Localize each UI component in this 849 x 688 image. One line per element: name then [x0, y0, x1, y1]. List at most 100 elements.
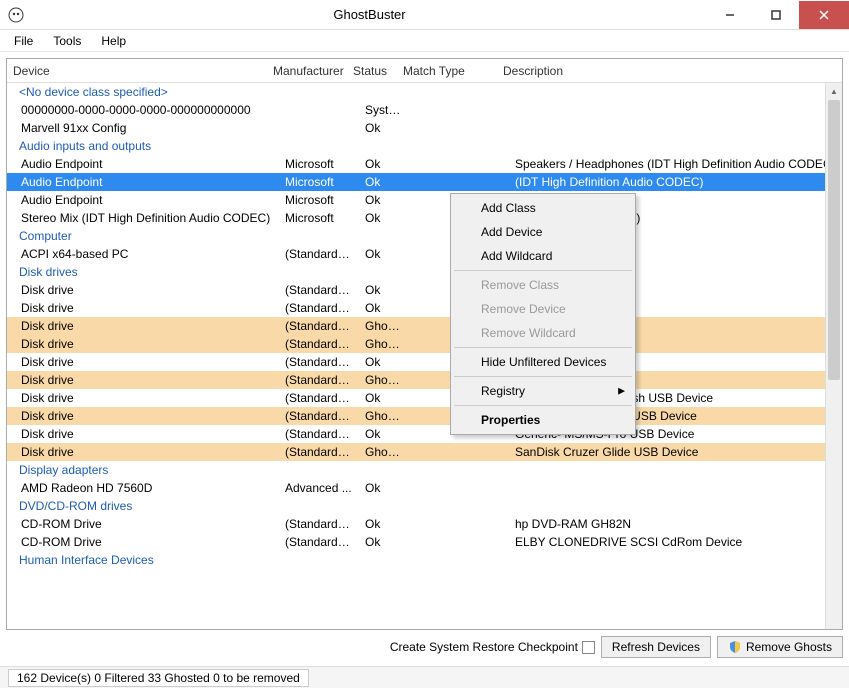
- cell-description: [509, 109, 842, 111]
- cell-manufacturer: (Standard di...: [279, 318, 359, 334]
- group-header[interactable]: Computer: [7, 227, 842, 245]
- ctx-remove-wildcard: Remove Wildcard: [453, 321, 633, 345]
- ctx-properties[interactable]: Properties: [453, 408, 633, 432]
- menubar: File Tools Help: [0, 30, 849, 52]
- table-header: Device Manufacturer Status Match Type De…: [7, 59, 842, 83]
- context-menu: Add Class Add Device Add Wildcard Remove…: [450, 193, 636, 435]
- table-row[interactable]: Disk drive(Standard di...Ghosted2A7B2: [7, 335, 842, 353]
- cell-match: [409, 523, 509, 525]
- cell-status: Ghosted: [359, 372, 409, 388]
- cell-status: Ghosted: [359, 318, 409, 334]
- cell-match: [409, 127, 509, 129]
- table-row[interactable]: ACPI x64-based PC(Standard c...Ok: [7, 245, 842, 263]
- titlebar: GhostBuster: [0, 0, 849, 30]
- ctx-add-class[interactable]: Add Class: [453, 196, 633, 220]
- table-row[interactable]: Disk drive(Standard di...OkGeneric- Comp…: [7, 389, 842, 407]
- cell-status: Ok: [359, 120, 409, 136]
- menu-help[interactable]: Help: [91, 31, 136, 51]
- table-row[interactable]: 00000000-0000-0000-0000-000000000000Syst…: [7, 101, 842, 119]
- cell-status: Ok: [359, 210, 409, 226]
- window-title: GhostBuster: [32, 7, 707, 22]
- cell-manufacturer: (Standard di...: [279, 336, 359, 352]
- ctx-separator: [454, 270, 632, 271]
- bottom-toolbar: Create System Restore Checkpoint Refresh…: [6, 634, 843, 660]
- cell-status: Ok: [359, 390, 409, 406]
- menu-file[interactable]: File: [4, 31, 43, 51]
- table-row[interactable]: Stereo Mix (IDT High Definition Audio CO…: [7, 209, 842, 227]
- cell-manufacturer: Microsoft: [279, 192, 359, 208]
- scroll-up-arrow[interactable]: ▲: [826, 83, 842, 100]
- ctx-remove-device: Remove Device: [453, 297, 633, 321]
- cell-device: Disk drive: [19, 426, 279, 442]
- ctx-separator: [454, 405, 632, 406]
- cell-manufacturer: (Standard di...: [279, 372, 359, 388]
- cell-match: [409, 181, 509, 183]
- table-body[interactable]: <No device class specified>00000000-0000…: [7, 83, 842, 629]
- checkpoint-option[interactable]: Create System Restore Checkpoint: [390, 640, 595, 654]
- cell-manufacturer: (Standard di...: [279, 444, 359, 460]
- cell-match: [409, 451, 509, 453]
- maximize-button[interactable]: [753, 1, 799, 29]
- group-header[interactable]: Human Interface Devices: [7, 551, 842, 569]
- col-device[interactable]: Device: [7, 60, 267, 82]
- ctx-registry[interactable]: Registry▶: [453, 379, 633, 403]
- group-header[interactable]: <No device class specified>: [7, 83, 842, 101]
- ctx-hide-unfiltered[interactable]: Hide Unfiltered Devices: [453, 350, 633, 374]
- table-row[interactable]: Audio EndpointMicrosoftOk(IDT High Defin…: [7, 173, 842, 191]
- group-header[interactable]: Display adapters: [7, 461, 842, 479]
- ctx-add-device[interactable]: Add Device: [453, 220, 633, 244]
- checkpoint-checkbox[interactable]: [582, 641, 595, 654]
- table-row[interactable]: Disk drive(Standard di...OkDevice: [7, 299, 842, 317]
- table-row[interactable]: AMD Radeon HD 7560DAdvanced ...Ok: [7, 479, 842, 497]
- table-row[interactable]: Disk drive(Standard di...GhostedIC25N080…: [7, 407, 842, 425]
- table-row[interactable]: Audio EndpointMicrosoftOkMic (Ultra Visi…: [7, 191, 842, 209]
- table-row[interactable]: Disk drive(Standard di...Ghosted: [7, 317, 842, 335]
- table-row[interactable]: Disk drive(Standard di...Oke USB Device: [7, 281, 842, 299]
- table-row[interactable]: Disk drive(Standard di...GhostedUSB Devi…: [7, 371, 842, 389]
- col-description[interactable]: Description: [497, 60, 842, 82]
- group-header[interactable]: DVD/CD-ROM drives: [7, 497, 842, 515]
- menu-tools[interactable]: Tools: [43, 31, 91, 51]
- table-row[interactable]: Disk drive(Standard di...GhostedSanDisk …: [7, 443, 842, 461]
- close-button[interactable]: [799, 1, 849, 29]
- cell-description: hp DVD-RAM GH82N: [509, 516, 842, 532]
- minimize-button[interactable]: [707, 1, 753, 29]
- table-row[interactable]: Marvell 91xx ConfigOk: [7, 119, 842, 137]
- table-row[interactable]: Disk drive(Standard di...Ok2: [7, 353, 842, 371]
- cell-status: Ok: [359, 516, 409, 532]
- remove-ghosts-button[interactable]: Remove Ghosts: [717, 636, 843, 658]
- cell-manufacturer: [279, 127, 359, 129]
- cell-manufacturer: (Standard di...: [279, 408, 359, 424]
- table-row[interactable]: Disk drive(Standard di...OkGeneric- MS/M…: [7, 425, 842, 443]
- cell-device: Audio Endpoint: [19, 174, 279, 190]
- cell-description: Speakers / Headphones (IDT High Definiti…: [509, 156, 842, 172]
- refresh-devices-button[interactable]: Refresh Devices: [601, 636, 711, 658]
- scrollbar-thumb[interactable]: [828, 100, 840, 380]
- status-text: 162 Device(s) 0 Filtered 33 Ghosted 0 to…: [8, 669, 309, 687]
- cell-device: CD-ROM Drive: [19, 516, 279, 532]
- group-header[interactable]: Audio inputs and outputs: [7, 137, 842, 155]
- cell-match: [409, 109, 509, 111]
- col-status[interactable]: Status: [347, 60, 397, 82]
- ctx-add-wildcard[interactable]: Add Wildcard: [453, 244, 633, 268]
- vertical-scrollbar[interactable]: ▲: [825, 83, 842, 629]
- cell-manufacturer: (Standard C...: [279, 534, 359, 550]
- cell-status: Ghosted: [359, 444, 409, 460]
- table-row[interactable]: CD-ROM Drive(Standard C...Okhp DVD-RAM G…: [7, 515, 842, 533]
- checkpoint-label: Create System Restore Checkpoint: [390, 640, 578, 654]
- cell-device: Disk drive: [19, 336, 279, 352]
- col-manufacturer[interactable]: Manufacturer: [267, 60, 347, 82]
- cell-device: Disk drive: [19, 354, 279, 370]
- table-row[interactable]: Audio EndpointMicrosoftOkSpeakers / Head…: [7, 155, 842, 173]
- table-row[interactable]: CD-ROM Drive(Standard C...OkELBY CLONEDR…: [7, 533, 842, 551]
- statusbar: 162 Device(s) 0 Filtered 33 Ghosted 0 to…: [0, 666, 849, 688]
- cell-manufacturer: (Standard di...: [279, 390, 359, 406]
- col-match-type[interactable]: Match Type: [397, 60, 497, 82]
- cell-device: ACPI x64-based PC: [19, 246, 279, 262]
- cell-device: Disk drive: [19, 300, 279, 316]
- cell-manufacturer: Microsoft: [279, 174, 359, 190]
- cell-match: [409, 487, 509, 489]
- ctx-separator: [454, 347, 632, 348]
- cell-status: Ok: [359, 426, 409, 442]
- group-header[interactable]: Disk drives: [7, 263, 842, 281]
